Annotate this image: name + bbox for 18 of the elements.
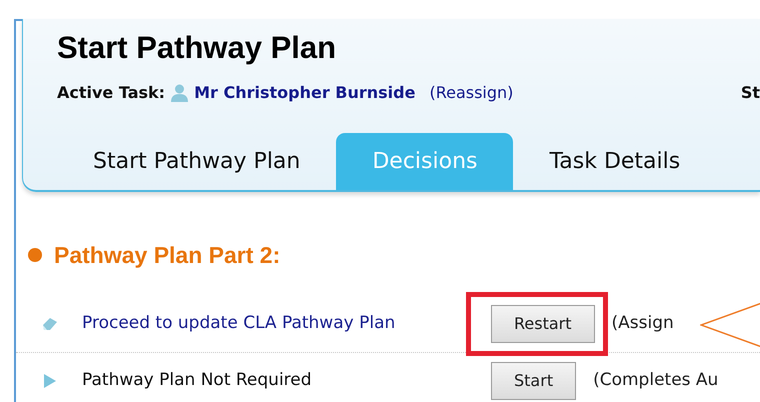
decision-note: (Assign [612, 312, 674, 336]
decision-link[interactable]: Proceed to update CLA Pathway Plan [82, 311, 466, 337]
assignee-link[interactable]: Mr Christopher Burnside [194, 81, 416, 105]
decision-label: Pathway Plan Not Required [82, 368, 313, 392]
tab[interactable]: Start Pathway Plan [57, 133, 336, 190]
action-button[interactable]: Start [491, 362, 576, 400]
person-icon [171, 84, 188, 102]
bullet-icon [28, 248, 42, 262]
action-button[interactable]: Restart [491, 305, 595, 343]
tab[interactable]: Task Details [513, 133, 716, 190]
page-title: Start Pathway Plan [57, 29, 338, 67]
reassign-link[interactable]: (Reassign) [429, 81, 514, 105]
eraser-icon [41, 316, 59, 332]
active-task-label: Active Task: [57, 82, 166, 104]
status-label: St [740, 82, 760, 104]
decision-note: (Completes Au [593, 368, 718, 392]
play-icon [43, 372, 57, 388]
section-title: Pathway Plan Part 2: [54, 241, 280, 270]
